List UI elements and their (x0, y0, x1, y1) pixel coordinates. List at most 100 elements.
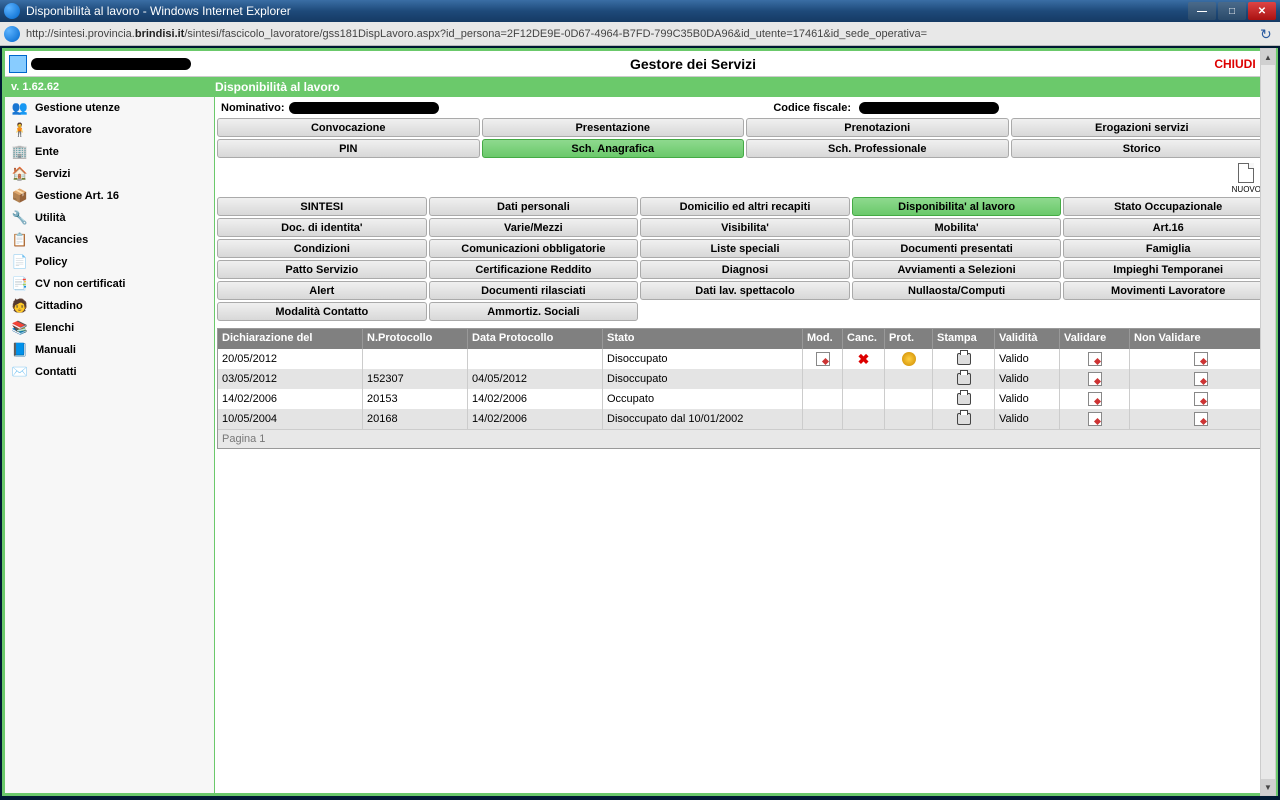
cell-stampa[interactable] (933, 349, 995, 369)
section-tab[interactable]: Visibilita' (640, 218, 850, 237)
th-stampa[interactable]: Stampa (933, 329, 995, 349)
close-window-button[interactable]: ✕ (1248, 2, 1276, 20)
section-tab[interactable]: Dati lav. spettacolo (640, 281, 850, 300)
vertical-scrollbar[interactable]: ▲ ▼ (1260, 48, 1276, 796)
section-tab[interactable]: Alert (217, 281, 427, 300)
sidebar-item-label: Contatti (35, 366, 77, 378)
section-tab[interactable]: Varie/Mezzi (429, 218, 639, 237)
sidebar-item-11[interactable]: 📘Manuali (5, 339, 214, 361)
cell-non-validare[interactable] (1130, 409, 1272, 429)
app-icon (9, 55, 27, 73)
section-tab[interactable]: Diagnosi (640, 260, 850, 279)
scroll-up-icon[interactable]: ▲ (1261, 49, 1275, 65)
sidebar-item-8[interactable]: 📑CV non certificati (5, 273, 214, 295)
th-validita[interactable]: Validità (995, 329, 1060, 349)
section-tab[interactable]: Ammortiz. Sociali (429, 302, 639, 321)
th-data-protocollo[interactable]: Data Protocollo (468, 329, 603, 349)
section-tab[interactable]: Dati personali (429, 197, 639, 216)
cell-canc (843, 369, 885, 389)
th-stato[interactable]: Stato (603, 329, 803, 349)
section-tab[interactable]: Certificazione Reddito (429, 260, 639, 279)
action-button[interactable]: PIN (217, 139, 480, 158)
cell-non-validare[interactable] (1130, 369, 1272, 389)
section-tab[interactable]: Liste speciali (640, 239, 850, 258)
cell-canc[interactable]: ✖ (843, 349, 885, 369)
action-button[interactable]: Convocazione (217, 118, 480, 137)
section-tab[interactable]: Nullaosta/Computi (852, 281, 1062, 300)
sidebar-item-5[interactable]: 🔧Utilità (5, 207, 214, 229)
th-non-validare[interactable]: Non Validare (1130, 329, 1272, 349)
sidebar-item-7[interactable]: 📄Policy (5, 251, 214, 273)
sidebar-item-10[interactable]: 📚Elenchi (5, 317, 214, 339)
section-tab[interactable]: Documenti presentati (852, 239, 1062, 258)
action-button[interactable]: Prenotazioni (746, 118, 1009, 137)
sidebar-icon: 📋 (9, 231, 31, 249)
action-button[interactable]: Storico (1011, 139, 1274, 158)
sidebar-item-6[interactable]: 📋Vacancies (5, 229, 214, 251)
cell-stampa[interactable] (933, 369, 995, 389)
cell-prot-action[interactable] (885, 349, 933, 369)
nuovo-button[interactable]: NUOVO (1232, 163, 1261, 194)
refresh-icon[interactable]: ↻ (1260, 26, 1276, 42)
maximize-button[interactable]: □ (1218, 2, 1246, 20)
sidebar-icon: 🧍 (9, 121, 31, 139)
section-tab[interactable]: Stato Occupazionale (1063, 197, 1273, 216)
sidebar-item-label: Policy (35, 256, 67, 268)
section-tab[interactable]: Domicilio ed altri recapiti (640, 197, 850, 216)
cell-prot: 20168 (363, 409, 468, 429)
action-button[interactable]: Presentazione (482, 118, 745, 137)
th-mod[interactable]: Mod. (803, 329, 843, 349)
action-button[interactable]: Sch. Professionale (746, 139, 1009, 158)
cell-validare[interactable] (1060, 389, 1130, 409)
th-protocollo[interactable]: N.Protocollo (363, 329, 468, 349)
protocol-icon (902, 352, 916, 366)
pager[interactable]: Pagina 1 (218, 429, 1272, 448)
section-tab[interactable]: Disponibilita' al lavoro (852, 197, 1062, 216)
sidebar-item-3[interactable]: 🏠Servizi (5, 163, 214, 185)
cell-non-validare[interactable] (1130, 389, 1272, 409)
sidebar-item-2[interactable]: 🏢Ente (5, 141, 214, 163)
cell-validare[interactable] (1060, 409, 1130, 429)
sidebar-item-label: Gestione utenze (35, 102, 120, 114)
section-tab[interactable]: SINTESI (217, 197, 427, 216)
th-canc[interactable]: Canc. (843, 329, 885, 349)
section-tab[interactable]: Mobilita' (852, 218, 1062, 237)
validate-icon (1088, 352, 1102, 366)
th-dichiarazione[interactable]: Dichiarazione del (218, 329, 363, 349)
section-tab[interactable]: Patto Servizio (217, 260, 427, 279)
section-tab[interactable]: Doc. di identita' (217, 218, 427, 237)
scroll-down-icon[interactable]: ▼ (1261, 779, 1275, 795)
sidebar-item-4[interactable]: 📦Gestione Art. 16 (5, 185, 214, 207)
section-tab[interactable]: Impieghi Temporanei (1063, 260, 1273, 279)
section-tab[interactable]: Comunicazioni obbligatorie (429, 239, 639, 258)
section-tab[interactable]: Art.16 (1063, 218, 1273, 237)
th-validare[interactable]: Validare (1060, 329, 1130, 349)
cell-validare[interactable] (1060, 369, 1130, 389)
action-button[interactable]: Erogazioni servizi (1011, 118, 1274, 137)
minimize-button[interactable]: — (1188, 2, 1216, 20)
delete-icon: ✖ (858, 351, 870, 368)
url-field[interactable]: http://sintesi.provincia.brindisi.it/sin… (26, 28, 1256, 40)
section-tab[interactable]: Condizioni (217, 239, 427, 258)
section-tab[interactable]: Avviamenti a Selezioni (852, 260, 1062, 279)
section-tab[interactable]: Movimenti Lavoratore (1063, 281, 1273, 300)
scroll-track[interactable] (1261, 65, 1275, 779)
section-tab[interactable]: Famiglia (1063, 239, 1273, 258)
sidebar-item-0[interactable]: 👥Gestione utenze (5, 97, 214, 119)
sidebar-item-9[interactable]: 🧑Cittadino (5, 295, 214, 317)
th-prot-action[interactable]: Prot. (885, 329, 933, 349)
sidebar-item-12[interactable]: ✉️ Contatti (5, 361, 214, 383)
cell-non-validare[interactable] (1130, 349, 1272, 369)
cell-stampa[interactable] (933, 409, 995, 429)
action-button[interactable]: Sch. Anagrafica (482, 139, 745, 158)
section-tab[interactable]: Modalità Contatto (217, 302, 427, 321)
sidebar-icon: ✉️ (9, 363, 31, 381)
cell-stato: Occupato (603, 389, 803, 409)
cell-mod[interactable] (803, 349, 843, 369)
sidebar-item-1[interactable]: 🧍Lavoratore (5, 119, 214, 141)
cell-validita: Valido (995, 349, 1060, 369)
cell-prot-action (885, 409, 933, 429)
section-tab[interactable]: Documenti rilasciati (429, 281, 639, 300)
cell-validare[interactable] (1060, 349, 1130, 369)
cell-stampa[interactable] (933, 389, 995, 409)
